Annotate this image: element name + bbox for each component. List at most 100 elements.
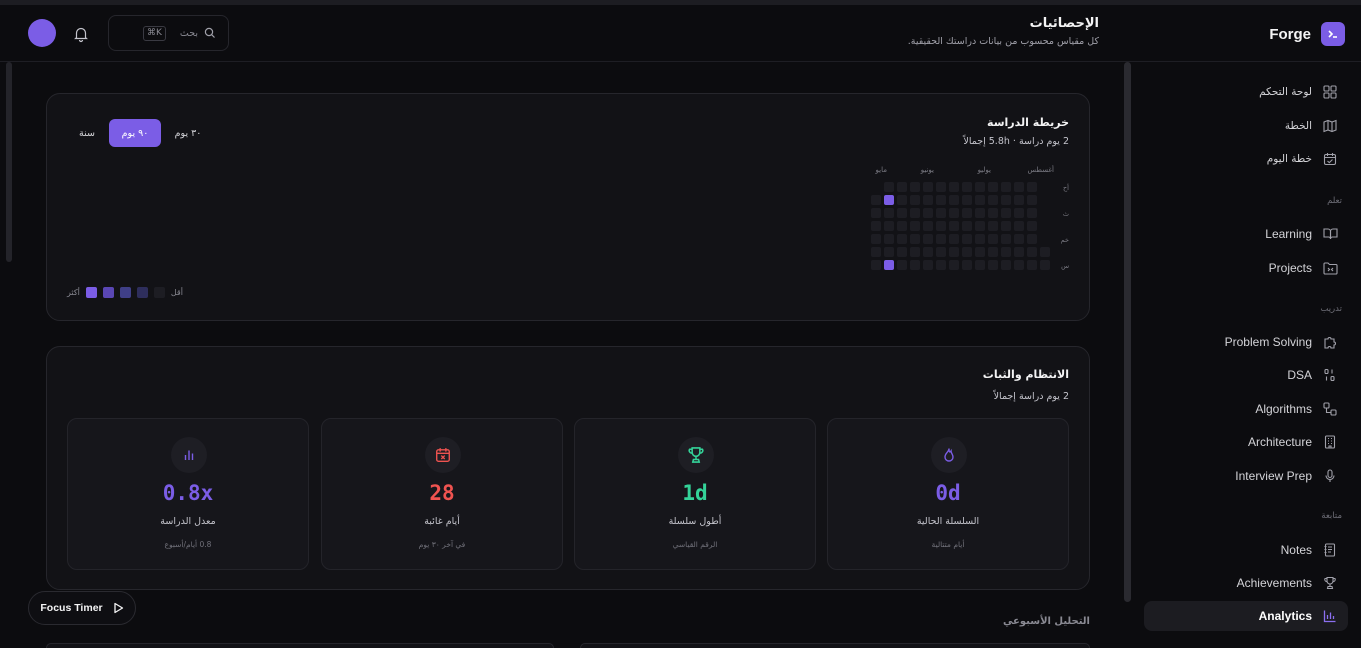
sidebar-item-dsa[interactable]: DSA bbox=[1144, 360, 1348, 390]
heatmap-cell[interactable] bbox=[988, 260, 998, 270]
heatmap-cell[interactable] bbox=[962, 234, 972, 244]
heatmap-cell[interactable] bbox=[962, 195, 972, 205]
brand[interactable]: Forge bbox=[1269, 21, 1345, 47]
heatmap-cell[interactable] bbox=[1014, 260, 1024, 270]
heatmap-cell[interactable] bbox=[884, 234, 894, 244]
sidebar-item-architecture[interactable]: Architecture bbox=[1144, 427, 1348, 457]
heatmap-cell[interactable] bbox=[923, 182, 933, 192]
sidebar-item-learning[interactable]: Learning bbox=[1144, 219, 1348, 249]
heatmap-cell[interactable] bbox=[910, 182, 920, 192]
heatmap-cell[interactable] bbox=[871, 208, 881, 218]
heatmap-cell[interactable] bbox=[1001, 195, 1011, 205]
sidebar-item-achievements[interactable]: Achievements bbox=[1144, 568, 1348, 598]
range-30-days[interactable]: ٣٠ يوم bbox=[166, 119, 210, 147]
heatmap-cell[interactable] bbox=[962, 182, 972, 192]
heatmap-cell[interactable] bbox=[897, 221, 907, 231]
heatmap-cell[interactable] bbox=[871, 221, 881, 231]
heatmap-cell[interactable] bbox=[975, 247, 985, 257]
heatmap-cell[interactable] bbox=[1027, 247, 1037, 257]
heatmap-cell[interactable] bbox=[897, 234, 907, 244]
sidebar-item-dashboard[interactable]: لوحة التحكم bbox=[1144, 77, 1348, 107]
heatmap-cell[interactable] bbox=[988, 208, 998, 218]
heatmap-cell[interactable] bbox=[1027, 208, 1037, 218]
heatmap-cell[interactable] bbox=[871, 195, 881, 205]
heatmap-cell[interactable] bbox=[988, 182, 998, 192]
heatmap-cell[interactable] bbox=[1001, 260, 1011, 270]
heatmap-cell[interactable] bbox=[1027, 260, 1037, 270]
heatmap-cell[interactable] bbox=[923, 208, 933, 218]
heatmap-cell[interactable] bbox=[975, 221, 985, 231]
heatmap-cell[interactable] bbox=[962, 208, 972, 218]
heatmap-cell[interactable] bbox=[962, 221, 972, 231]
heatmap-cell[interactable] bbox=[910, 208, 920, 218]
heatmap-cell[interactable] bbox=[1014, 195, 1024, 205]
heatmap-cell[interactable] bbox=[884, 221, 894, 231]
heatmap-cell[interactable] bbox=[936, 182, 946, 192]
heatmap-cell[interactable] bbox=[897, 260, 907, 270]
heatmap-cell[interactable] bbox=[949, 221, 959, 231]
heatmap-cell[interactable] bbox=[884, 260, 894, 270]
heatmap-cell[interactable] bbox=[1027, 195, 1037, 205]
heatmap-cell[interactable] bbox=[936, 221, 946, 231]
heatmap-cell[interactable] bbox=[988, 247, 998, 257]
heatmap-cell[interactable] bbox=[1014, 221, 1024, 231]
range-90-days[interactable]: ٩٠ يوم bbox=[109, 119, 161, 147]
heatmap-cell[interactable] bbox=[962, 247, 972, 257]
heatmap-cell[interactable] bbox=[949, 182, 959, 192]
heatmap-cell[interactable] bbox=[923, 195, 933, 205]
heatmap-cell[interactable] bbox=[1001, 182, 1011, 192]
heatmap-cell[interactable] bbox=[949, 260, 959, 270]
sidebar-item-plan[interactable]: الخطة bbox=[1144, 111, 1348, 141]
heatmap-cell[interactable] bbox=[871, 247, 881, 257]
sidebar-item-notes[interactable]: Notes bbox=[1144, 535, 1348, 565]
heatmap-cell[interactable] bbox=[988, 195, 998, 205]
heatmap-cell[interactable] bbox=[910, 195, 920, 205]
heatmap-cell[interactable] bbox=[910, 247, 920, 257]
heatmap-cell[interactable] bbox=[949, 208, 959, 218]
heatmap-cell[interactable] bbox=[1027, 234, 1037, 244]
heatmap-cell[interactable] bbox=[923, 260, 933, 270]
heatmap-cell[interactable] bbox=[910, 234, 920, 244]
heatmap-cell[interactable] bbox=[936, 260, 946, 270]
heatmap-cell[interactable] bbox=[1014, 234, 1024, 244]
heatmap-cell[interactable] bbox=[871, 260, 881, 270]
heatmap-cell[interactable] bbox=[884, 247, 894, 257]
heatmap-cell[interactable] bbox=[1027, 221, 1037, 231]
heatmap-cell[interactable] bbox=[936, 208, 946, 218]
heatmap-cell[interactable] bbox=[1040, 247, 1050, 257]
range-year[interactable]: سنة bbox=[71, 119, 103, 147]
heatmap-cell[interactable] bbox=[936, 195, 946, 205]
heatmap-cell[interactable] bbox=[975, 182, 985, 192]
heatmap-cell[interactable] bbox=[884, 195, 894, 205]
main-scrollbar[interactable] bbox=[1124, 62, 1131, 602]
sidebar-item-projects[interactable]: Projects bbox=[1144, 253, 1348, 283]
bell-icon[interactable] bbox=[72, 25, 90, 43]
heatmap-cell[interactable] bbox=[962, 260, 972, 270]
heatmap-cell[interactable] bbox=[1001, 221, 1011, 231]
heatmap-cell[interactable] bbox=[1027, 182, 1037, 192]
heatmap-cell[interactable] bbox=[897, 182, 907, 192]
heatmap-cell[interactable] bbox=[897, 208, 907, 218]
sidebar-item-interview-prep[interactable]: Interview Prep bbox=[1144, 461, 1348, 491]
heatmap-cell[interactable] bbox=[923, 247, 933, 257]
heatmap-cell[interactable] bbox=[923, 234, 933, 244]
left-scrollbar[interactable] bbox=[6, 62, 12, 262]
heatmap-cell[interactable] bbox=[1014, 247, 1024, 257]
heatmap-cell[interactable] bbox=[936, 234, 946, 244]
heatmap-cell[interactable] bbox=[975, 195, 985, 205]
heatmap-cell[interactable] bbox=[1014, 208, 1024, 218]
search-box[interactable]: ⌘K بحث bbox=[108, 15, 229, 51]
focus-timer-button[interactable]: Focus Timer bbox=[28, 591, 136, 625]
sidebar-item-algorithms[interactable]: Algorithms bbox=[1144, 394, 1348, 424]
heatmap-cell[interactable] bbox=[949, 247, 959, 257]
heatmap-cell[interactable] bbox=[988, 221, 998, 231]
heatmap-cell[interactable] bbox=[923, 221, 933, 231]
heatmap-cell[interactable] bbox=[1040, 260, 1050, 270]
heatmap-cell[interactable] bbox=[988, 234, 998, 244]
heatmap-cell[interactable] bbox=[1001, 208, 1011, 218]
heatmap-cell[interactable] bbox=[884, 182, 894, 192]
heatmap-cell[interactable] bbox=[910, 221, 920, 231]
sidebar-item-today-plan[interactable]: خطة اليوم bbox=[1144, 144, 1348, 174]
heatmap-cell[interactable] bbox=[1001, 247, 1011, 257]
heatmap-cell[interactable] bbox=[949, 195, 959, 205]
